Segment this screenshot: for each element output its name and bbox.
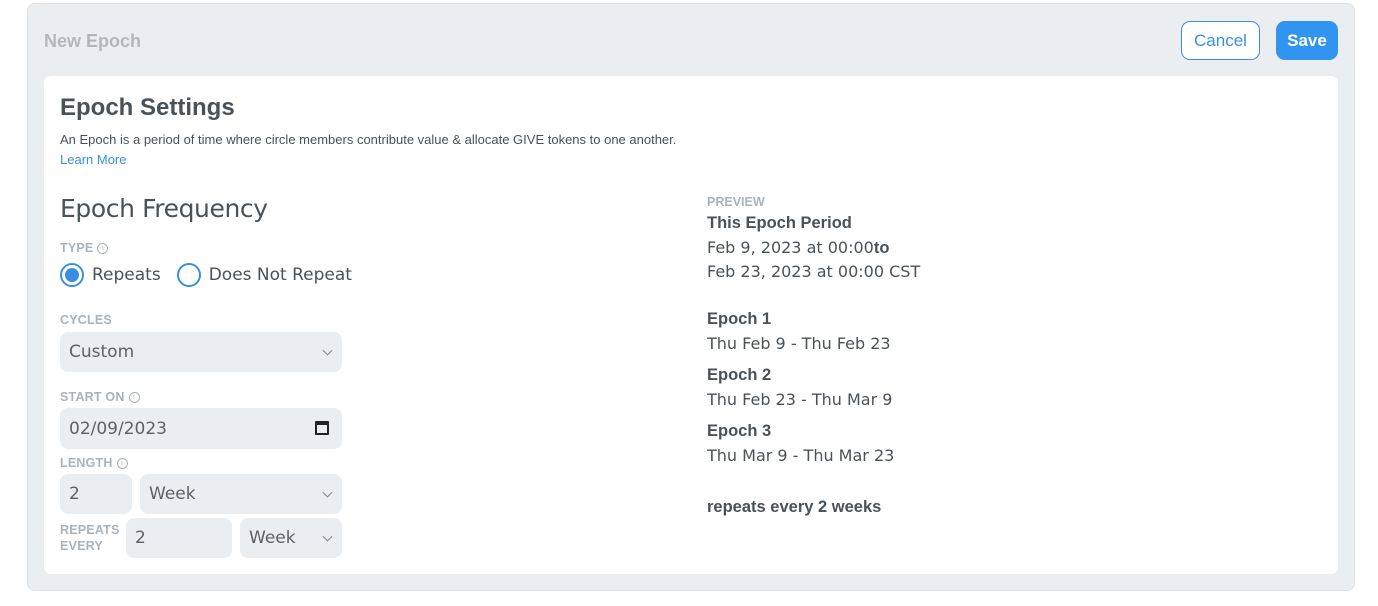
info-icon[interactable]: i [97, 242, 109, 254]
epoch-panel: New Epoch Cancel Save Epoch Settings An … [27, 3, 1355, 591]
preview-period-to: to [873, 239, 890, 257]
repeats-radio-label[interactable]: Repeats [92, 265, 161, 285]
cycles-value: Custom [69, 342, 135, 362]
epoch-1-name: Epoch 1 [707, 310, 772, 328]
start-on-label-text: START ON [60, 390, 125, 404]
epoch-2-range: Thu Feb 23 - Thu Mar 9 [707, 390, 893, 409]
repeats-label-line2: EVERY [60, 539, 103, 553]
epoch-3-name: Epoch 3 [707, 422, 772, 440]
description-text: An Epoch is a period of time where circl… [60, 132, 677, 147]
type-radio-group: Repeats Does Not Repeat [60, 263, 368, 287]
repeats-label-line1: REPEATS [60, 523, 120, 537]
cancel-button[interactable]: Cancel [1181, 21, 1260, 60]
calendar-icon[interactable] [315, 421, 329, 435]
type-label: TYPE i [60, 241, 109, 255]
repeats-unit-value: Week [249, 528, 296, 548]
cycles-select[interactable]: Custom [60, 332, 342, 372]
chevron-down-icon [322, 531, 333, 542]
start-date-value: 02/09/2023 [69, 418, 167, 439]
length-label-text: LENGTH [60, 456, 113, 470]
repeats-number-input[interactable]: 2 [126, 518, 232, 558]
frequency-title: Epoch Frequency [60, 194, 268, 223]
length-number-input[interactable]: 2 [60, 474, 132, 514]
does-not-repeat-radio[interactable] [176, 263, 201, 287]
epoch-3-range: Thu Mar 9 - Thu Mar 23 [707, 446, 895, 465]
preview-period-title: This Epoch Period [707, 214, 852, 232]
epoch-1-range: Thu Feb 9 - Thu Feb 23 [707, 334, 891, 353]
repeats-value: 2 [135, 528, 146, 548]
info-icon[interactable]: i [128, 391, 140, 403]
length-unit-select[interactable]: Week [140, 474, 342, 514]
length-value: 2 [69, 484, 80, 504]
chevron-down-icon [322, 487, 333, 498]
does-not-repeat-radio-label[interactable]: Does Not Repeat [209, 265, 352, 285]
chevron-down-icon [322, 345, 333, 356]
preview-period-end: Feb 23, 2023 at 00:00 CST [707, 262, 921, 281]
cycles-label: CYCLES [60, 313, 112, 327]
info-icon[interactable]: i [116, 457, 128, 469]
start-date-input[interactable]: 02/09/2023 [60, 408, 342, 449]
repeat-summary: repeats every 2 weeks [707, 498, 882, 516]
length-label: LENGTH i [60, 456, 128, 470]
repeats-unit-select[interactable]: Week [240, 518, 342, 558]
repeats-every-label: REPEATS EVERY [60, 523, 120, 553]
page-title: New Epoch [44, 31, 142, 51]
settings-title: Epoch Settings [60, 94, 235, 121]
type-label-text: TYPE [60, 241, 94, 255]
preview-period-start-line: Feb 9, 2023 at 00:00to [707, 238, 889, 258]
repeats-radio[interactable] [60, 263, 84, 287]
preview-period-start: Feb 9, 2023 at 00:00 [707, 238, 874, 257]
epoch-2-name: Epoch 2 [707, 366, 772, 384]
preview-label: PREVIEW [707, 195, 765, 209]
save-button[interactable]: Save [1276, 21, 1338, 60]
settings-card: Epoch Settings An Epoch is a period of t… [44, 76, 1338, 574]
start-on-label: START ON i [60, 390, 140, 404]
learn-more-link[interactable]: Learn More [60, 152, 126, 167]
radio-selected-dot [65, 268, 79, 282]
length-unit-value: Week [149, 484, 196, 504]
settings-description: An Epoch is a period of time where circl… [60, 130, 700, 170]
